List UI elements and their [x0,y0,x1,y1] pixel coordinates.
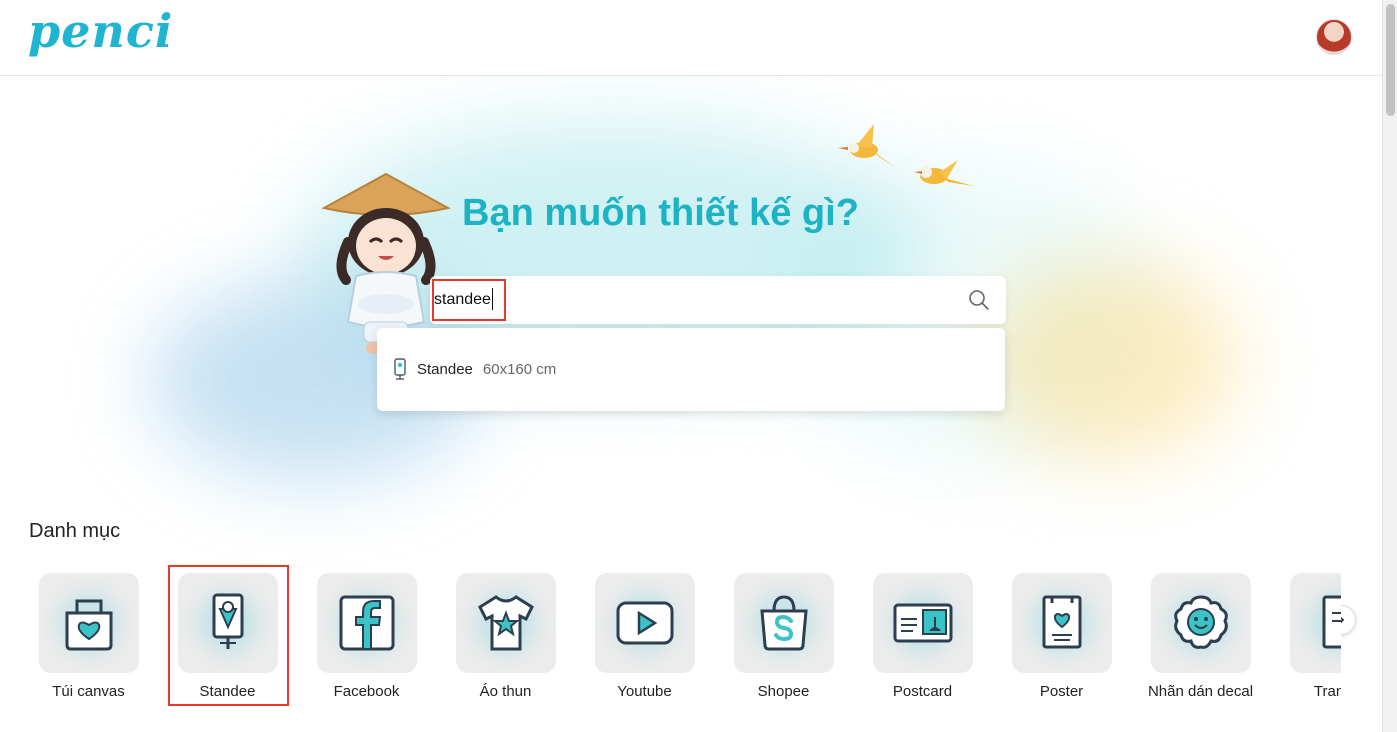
category-label: Youtube [617,683,672,700]
category-postcard[interactable]: Postcard [853,573,992,703]
category-tile [39,573,139,673]
category-tile [1012,573,1112,673]
category-label: Túi canvas [52,683,125,700]
category-label: Postcard [892,683,953,700]
category-label: Shopee [757,683,810,700]
postcard-icon [893,603,953,643]
category-tranh[interactable]: Tranh đ [1270,573,1341,703]
category-tui-canvas[interactable]: Túi canvas [19,573,158,703]
tshirt-icon [478,595,534,651]
category-tile [317,573,417,673]
sticker-icon [1174,595,1228,649]
category-shopee[interactable]: Shopee [714,573,853,703]
category-label: Nhãn dán decal [1147,683,1254,700]
category-carousel: Túi canvas Standee Facebook Áo thun Yout… [0,0,1341,732]
category-label: Tranh đ [1313,683,1341,700]
category-nhan-dan-decal[interactable]: Nhãn dán decal [1131,573,1270,703]
category-label: Áo thun [479,683,532,700]
category-youtube[interactable]: Youtube [575,573,714,703]
painting-icon [1322,595,1341,649]
category-tile [1290,573,1341,673]
tote-bag-icon [65,599,113,651]
category-label: Facebook [333,683,400,700]
page: penci Bạn muốn thiết kế gì? standee Stan… [0,0,1397,732]
category-ao-thun[interactable]: Áo thun [436,573,575,703]
category-tile [1151,573,1251,673]
facebook-icon [339,595,395,651]
scrollbar-thumb[interactable] [1386,4,1395,116]
category-tile [734,573,834,673]
category-tile [873,573,973,673]
category-poster[interactable]: Poster [992,573,1131,703]
page-scrollbar[interactable] [1382,0,1397,732]
youtube-icon [616,601,674,645]
category-facebook[interactable]: Facebook [297,573,436,703]
category-label: Poster [1039,683,1084,700]
standee-icon [212,593,244,649]
poster-icon [1042,595,1082,649]
shopee-icon [760,595,808,651]
category-tile [456,573,556,673]
category-tile [595,573,695,673]
